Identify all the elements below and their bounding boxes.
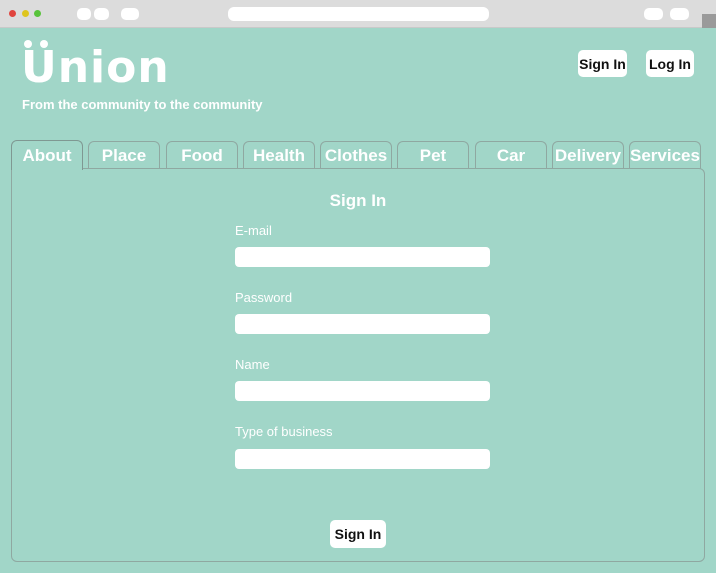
tab-delivery[interactable]: Delivery — [552, 141, 624, 169]
maximize-window-icon[interactable] — [34, 10, 41, 17]
sidebar-toggle-button[interactable] — [121, 8, 139, 20]
browser-toolbar — [0, 0, 716, 28]
share-button[interactable] — [644, 8, 663, 20]
back-button[interactable] — [77, 8, 91, 20]
tab-food[interactable]: Food — [166, 141, 238, 169]
forward-button[interactable] — [94, 8, 109, 20]
email-label: E-mail — [235, 223, 272, 238]
business-type-label: Type of business — [235, 424, 333, 439]
tagline: From the community to the community — [22, 97, 263, 112]
email-field[interactable] — [235, 247, 490, 267]
name-field[interactable] — [235, 381, 490, 401]
password-field[interactable] — [235, 314, 490, 334]
name-label: Name — [235, 357, 270, 372]
minimize-window-icon[interactable] — [22, 10, 29, 17]
header-log-in-button[interactable]: Log In — [646, 50, 694, 77]
sign-in-submit-button[interactable]: Sign In — [330, 520, 386, 548]
tab-place[interactable]: Place — [88, 141, 160, 169]
close-window-icon[interactable] — [9, 10, 16, 17]
tab-pet[interactable]: Pet — [397, 141, 469, 169]
password-label: Password — [235, 290, 293, 305]
tab-clothes[interactable]: Clothes — [320, 141, 392, 169]
address-bar[interactable] — [228, 7, 489, 21]
business-type-field[interactable] — [235, 449, 490, 469]
tab-health[interactable]: Health — [243, 141, 315, 169]
tabs-overview-button[interactable] — [670, 8, 689, 20]
tab-content-panel — [11, 168, 705, 562]
tab-about[interactable]: About — [11, 140, 83, 170]
window-resize-handle[interactable] — [702, 14, 716, 28]
logo-text: Union — [21, 42, 170, 93]
header-sign-in-button[interactable]: Sign In — [578, 50, 627, 77]
form-title: Sign In — [329, 191, 387, 210]
tab-services[interactable]: Services — [629, 141, 701, 169]
tab-car[interactable]: Car — [475, 141, 547, 169]
